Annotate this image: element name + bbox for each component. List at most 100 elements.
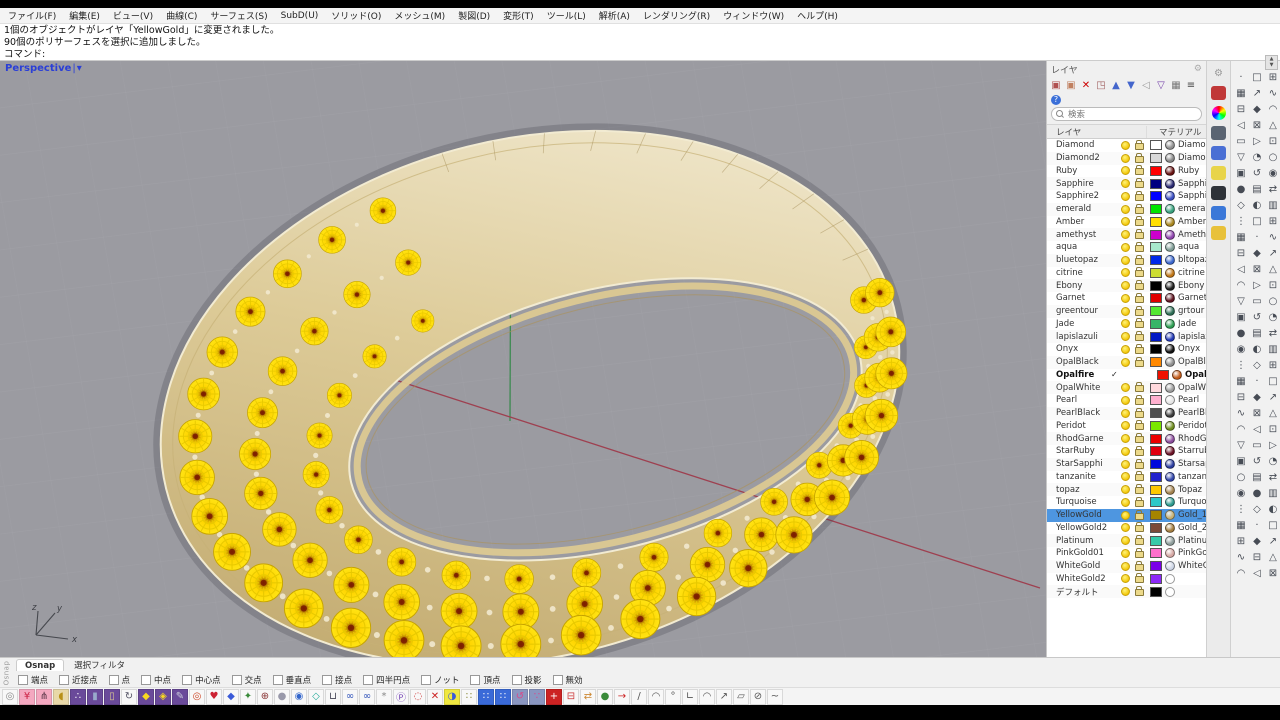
- layer-color-swatch[interactable]: [1150, 140, 1162, 150]
- rhino-tool-icon[interactable]: ◠: [1233, 277, 1249, 293]
- curve-tool-icon[interactable]: ◠: [648, 689, 664, 705]
- layer-visibility-bulb-icon[interactable]: [1121, 154, 1130, 163]
- material-ball-icon[interactable]: [1165, 497, 1175, 507]
- rhino-tool-icon[interactable]: ◐: [1249, 341, 1265, 357]
- layer-color-swatch[interactable]: [1150, 574, 1162, 584]
- rhino-tool-icon[interactable]: □: [1265, 517, 1280, 533]
- layer-lock-icon[interactable]: [1135, 232, 1144, 239]
- layer-name[interactable]: WhiteGold2: [1047, 574, 1111, 584]
- layer-color-swatch[interactable]: [1150, 536, 1162, 546]
- rhino-tool-icon[interactable]: ↗: [1265, 533, 1280, 549]
- dots-icon[interactable]: ∴: [70, 689, 86, 705]
- rhino-tool-icon[interactable]: ·: [1233, 69, 1249, 85]
- layer-color-swatch[interactable]: [1150, 217, 1162, 227]
- material-ball-icon[interactable]: [1165, 153, 1175, 163]
- filter-icon[interactable]: ▽: [1155, 79, 1167, 91]
- rhino-tool-icon[interactable]: ⊡: [1265, 421, 1280, 437]
- layer-row[interactable]: YellowGoldGold_1: [1047, 509, 1206, 522]
- layer-visibility-bulb-icon[interactable]: [1121, 523, 1130, 532]
- osnap-toggle[interactable]: 四半円点: [363, 674, 410, 686]
- menu-item[interactable]: 曲線(C): [166, 9, 197, 22]
- layer-lock-icon[interactable]: [1135, 309, 1144, 316]
- rhino-tool-icon[interactable]: ◇: [1233, 197, 1249, 213]
- layer-name[interactable]: bluetopaz: [1047, 255, 1111, 265]
- rhino-tool-icon[interactable]: ∿: [1265, 229, 1280, 245]
- layer-row[interactable]: emeraldemerald: [1047, 203, 1206, 216]
- rhino-tool-icon[interactable]: ▥: [1265, 485, 1280, 501]
- material-ball-icon[interactable]: [1165, 255, 1175, 265]
- panel-tab-notifications-icon[interactable]: [1211, 206, 1226, 220]
- star-icon[interactable]: *: [376, 689, 392, 705]
- layer-row[interactable]: PearlPearl: [1047, 394, 1206, 407]
- rhino-tool-icon[interactable]: ▦: [1233, 85, 1249, 101]
- layer-name[interactable]: emerald: [1047, 204, 1111, 214]
- panel-tab-color-wheel-icon[interactable]: [1212, 106, 1226, 120]
- checkbox[interactable]: [322, 675, 332, 685]
- osnap-toggle[interactable]: 垂直点: [273, 674, 312, 686]
- layer-row[interactable]: デフォルト: [1047, 585, 1206, 598]
- bead-grid-icon[interactable]: ◉: [291, 689, 307, 705]
- material-ball-icon[interactable]: [1165, 166, 1175, 176]
- layer-lock-icon[interactable]: [1135, 525, 1144, 532]
- rhino-tool-icon[interactable]: ↗: [1265, 389, 1280, 405]
- leaf-icon[interactable]: ✦: [240, 689, 256, 705]
- material-ball-icon[interactable]: [1165, 179, 1175, 189]
- layer-color-swatch[interactable]: [1150, 510, 1162, 520]
- material-ball-icon[interactable]: [1165, 459, 1175, 469]
- rhino-tool-icon[interactable]: ▤: [1249, 325, 1265, 341]
- duplicate-layer-icon[interactable]: ◳: [1095, 79, 1107, 91]
- layer-visibility-bulb-icon[interactable]: [1121, 587, 1130, 596]
- material-ball-icon[interactable]: [1165, 395, 1175, 405]
- panel-tab-settings-gear-icon[interactable]: ⚙: [1211, 66, 1226, 80]
- layer-visibility-bulb-icon[interactable]: [1121, 141, 1130, 150]
- layer-lock-icon[interactable]: [1135, 385, 1144, 392]
- layer-row[interactable]: DiamondDiamond_1: [1047, 139, 1206, 152]
- rhino-tool-icon[interactable]: ○: [1265, 293, 1280, 309]
- layer-name[interactable]: Sapphire2: [1047, 191, 1111, 201]
- checkbox[interactable]: [470, 675, 480, 685]
- material-ball-icon[interactable]: [1165, 574, 1175, 584]
- layer-name[interactable]: OpalBlack: [1047, 357, 1111, 367]
- rhino-tool-icon[interactable]: ∿: [1233, 405, 1249, 421]
- layer-color-swatch[interactable]: [1150, 472, 1162, 482]
- layer-lock-icon[interactable]: [1135, 296, 1144, 303]
- layer-visibility-bulb-icon[interactable]: [1121, 281, 1130, 290]
- layer-row[interactable]: greentourgrtour: [1047, 305, 1206, 318]
- material-ball-icon[interactable]: [1165, 357, 1175, 367]
- menu-item[interactable]: メッシュ(M): [394, 9, 445, 22]
- layer-row[interactable]: RubyRuby: [1047, 165, 1206, 178]
- layer-lock-icon[interactable]: [1135, 194, 1144, 201]
- layer-row[interactable]: GarnetGarnet: [1047, 292, 1206, 305]
- material-ball-icon[interactable]: [1165, 510, 1175, 520]
- layer-row[interactable]: WhiteGold2: [1047, 573, 1206, 586]
- band-icon[interactable]: ◖: [53, 689, 69, 705]
- layer-visibility-bulb-icon[interactable]: [1121, 332, 1130, 341]
- rhino-tool-icon[interactable]: ◇: [1249, 501, 1265, 517]
- layer-row[interactable]: OpalWhiteOpalWhite: [1047, 381, 1206, 394]
- menu-item[interactable]: ウィンドウ(W): [723, 9, 784, 22]
- rhino-tool-icon[interactable]: ▥: [1265, 197, 1280, 213]
- layer-lock-icon[interactable]: [1135, 449, 1144, 456]
- new-sublayer-icon[interactable]: ▣: [1065, 79, 1077, 91]
- rhino-tool-icon[interactable]: ⇄: [1265, 469, 1280, 485]
- gem-blue-icon[interactable]: ◆: [223, 689, 239, 705]
- viewport-canvas[interactable]: Perspective|▾: [0, 61, 1046, 657]
- material-ball-icon[interactable]: [1165, 293, 1175, 303]
- material-ball-icon[interactable]: [1165, 268, 1175, 278]
- osnap-toggle[interactable]: 中点: [141, 674, 171, 686]
- material-ball-icon[interactable]: [1165, 217, 1175, 227]
- layer-lock-icon[interactable]: [1135, 143, 1144, 150]
- layer-color-swatch[interactable]: [1150, 459, 1162, 469]
- circle-tool-icon[interactable]: ⊘: [750, 689, 766, 705]
- menu-item[interactable]: ツール(L): [547, 9, 586, 22]
- rhino-tool-icon[interactable]: △: [1265, 405, 1280, 421]
- osnap-toggle[interactable]: 無効: [553, 674, 583, 686]
- checkbox[interactable]: [512, 675, 522, 685]
- osnap-toggle[interactable]: 近接点: [59, 674, 98, 686]
- material-ball-icon[interactable]: [1165, 472, 1175, 482]
- layer-lock-icon[interactable]: [1135, 487, 1144, 494]
- material-ball-icon[interactable]: [1165, 140, 1175, 150]
- layer-color-swatch[interactable]: [1150, 523, 1162, 533]
- rhino-tool-icon[interactable]: ○: [1265, 149, 1280, 165]
- layer-color-swatch[interactable]: [1150, 485, 1162, 495]
